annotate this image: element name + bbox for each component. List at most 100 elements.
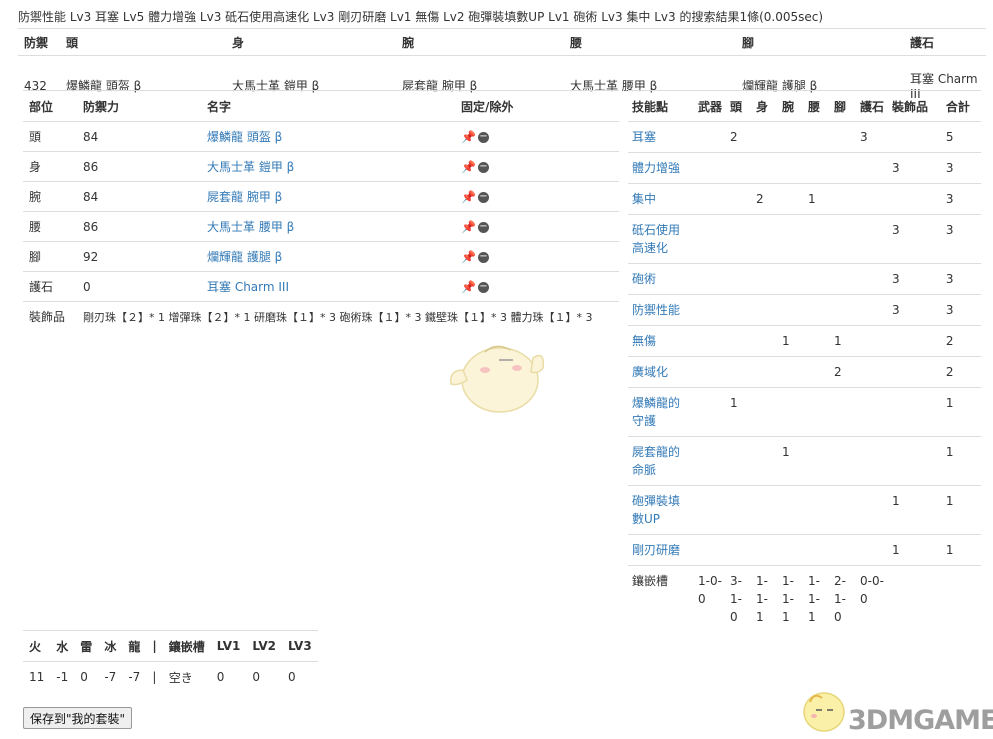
skill-cell xyxy=(804,152,831,184)
skill-cell xyxy=(830,436,857,486)
pin-icon[interactable]: 📌 xyxy=(461,280,476,294)
table-row: 集中 2 1 3 xyxy=(628,183,981,215)
skill-name-link[interactable]: 無傷 xyxy=(628,325,694,357)
exclude-icon[interactable]: − xyxy=(477,281,489,293)
logo-text: 3DMGAME xyxy=(848,705,993,736)
skill-cell xyxy=(856,485,889,535)
res-col-header: 水 xyxy=(50,630,75,662)
slot-cell: 1-1-1 xyxy=(782,574,794,624)
skill-cell xyxy=(804,534,831,566)
res-col-header: LV1 xyxy=(210,630,247,662)
exclude-icon[interactable]: − xyxy=(477,251,489,263)
skill-name-link[interactable]: 爆鱗龍的守護 xyxy=(628,387,694,437)
part-label: 腰 xyxy=(23,211,77,242)
skill-cell xyxy=(804,121,831,153)
pin-icon[interactable]: 📌 xyxy=(461,220,476,234)
part-name-link[interactable]: 屍套龍 腕甲 β xyxy=(207,190,282,204)
save-set-button[interactable]: 保存到"我的套裝" xyxy=(23,707,133,729)
exclude-icon[interactable]: − xyxy=(477,131,489,143)
part-label: 身 xyxy=(23,151,77,182)
skill-cell: 1 xyxy=(941,436,981,486)
skill-col-header: 頭 xyxy=(726,90,753,122)
skill-cell: 5 xyxy=(941,121,981,153)
table-row: 護石 0 耳塞 Charm III 📌 − xyxy=(23,271,619,302)
part-name-link[interactable]: 大馬士革 腰甲 β xyxy=(207,220,294,234)
skill-cell xyxy=(752,152,779,184)
skill-cell: 3 xyxy=(941,294,981,326)
skill-cell xyxy=(726,214,753,264)
skill-name-link[interactable]: 體力增強 xyxy=(628,152,694,184)
skill-cell xyxy=(856,534,889,566)
skill-name-link[interactable]: 砲彈裝填數UP xyxy=(628,485,694,535)
res-col-header: 龍 xyxy=(122,630,147,662)
skill-cell xyxy=(726,485,753,535)
skill-cell: 2 xyxy=(726,121,753,153)
skill-name-link[interactable]: 屍套龍的命脈 xyxy=(628,436,694,486)
skill-cell xyxy=(778,183,805,215)
exclude-icon[interactable]: − xyxy=(477,191,489,203)
part-name-link[interactable]: 大馬士革 鎧甲 β xyxy=(207,160,294,174)
col-arm: 腕 xyxy=(396,28,564,56)
table-row: 無傷 1 1 2 xyxy=(628,325,981,357)
skill-name-link[interactable]: 砥石使用高速化 xyxy=(628,214,694,264)
slot-cell: 1-1-1 xyxy=(756,574,768,624)
skill-cell xyxy=(726,152,753,184)
skill-name-link[interactable]: 廣域化 xyxy=(628,356,694,388)
skill-cell xyxy=(830,214,857,264)
exclude-icon[interactable]: − xyxy=(477,221,489,233)
table-row: 砥石使用高速化 3 3 xyxy=(628,214,981,264)
pin-icon[interactable]: 📌 xyxy=(461,130,476,144)
skill-cell xyxy=(830,534,857,566)
part-defense: 86 xyxy=(77,211,201,242)
pin-icon[interactable]: 📌 xyxy=(461,250,476,264)
skill-cell xyxy=(726,294,753,326)
skill-name-link[interactable]: 砲術 xyxy=(628,263,694,295)
skill-cell xyxy=(694,534,727,566)
part-name-link[interactable]: 爛輝龍 護腿 β xyxy=(207,250,282,264)
res-col-header: 冰 xyxy=(98,630,123,662)
skill-cell xyxy=(888,325,942,357)
skill-cell xyxy=(778,214,805,264)
skill-cell: 3 xyxy=(941,152,981,184)
skill-name-link[interactable]: 剛刃研磨 xyxy=(628,534,694,566)
skill-cell xyxy=(752,294,779,326)
gem-row: 裝飾品 剛刃珠【２】* 1 增彈珠【２】* 1 研磨珠【１】* 3 砲術珠【１】… xyxy=(23,302,619,332)
pin-icon[interactable]: 📌 xyxy=(461,190,476,204)
mascot-illustration xyxy=(450,345,545,413)
part-name-link[interactable]: 爆鱗龍 頭盔 β xyxy=(207,130,282,144)
skill-cell xyxy=(778,534,805,566)
skill-cell xyxy=(752,387,779,437)
skill-cell xyxy=(694,436,727,486)
table-row: 爆鱗龍的守護 1 1 xyxy=(628,387,981,437)
skill-cell xyxy=(694,152,727,184)
skill-cell xyxy=(694,121,727,153)
col-body: 身 xyxy=(226,28,396,56)
skill-cell xyxy=(726,325,753,357)
table-row: 腕 84 屍套龍 腕甲 β 📌 − xyxy=(23,181,619,212)
slot-cell: 2-1-0 xyxy=(834,574,846,624)
skill-cell xyxy=(856,183,889,215)
skill-cell xyxy=(804,325,831,357)
skill-cell: 3 xyxy=(856,121,889,153)
skill-name-link[interactable]: 防禦性能 xyxy=(628,294,694,326)
table-row: 腰 86 大馬士革 腰甲 β 📌 − xyxy=(23,211,619,242)
pin-icon[interactable]: 📌 xyxy=(461,160,476,174)
skill-cell: 2 xyxy=(830,356,857,388)
part-name-link[interactable]: 耳塞 Charm III xyxy=(207,280,289,294)
skill-cell xyxy=(778,294,805,326)
table-row: 防禦性能 3 3 xyxy=(628,294,981,326)
res-col-header: LV2 xyxy=(246,630,283,662)
part-defense: 86 xyxy=(77,151,201,182)
slot-cell: 0-0-0 xyxy=(860,574,884,606)
skill-col-header: 裝飾品 xyxy=(888,90,942,122)
exclude-icon[interactable]: − xyxy=(477,161,489,173)
skill-cell xyxy=(856,214,889,264)
skill-name-link[interactable]: 耳塞 xyxy=(628,121,694,153)
skill-cell xyxy=(804,356,831,388)
res-col-header: LV3 xyxy=(282,630,318,662)
skill-cell: 1 xyxy=(941,485,981,535)
skill-cell xyxy=(830,387,857,437)
res-cell: 11 xyxy=(29,670,45,684)
skill-cell xyxy=(726,183,753,215)
skill-name-link[interactable]: 集中 xyxy=(628,183,694,215)
